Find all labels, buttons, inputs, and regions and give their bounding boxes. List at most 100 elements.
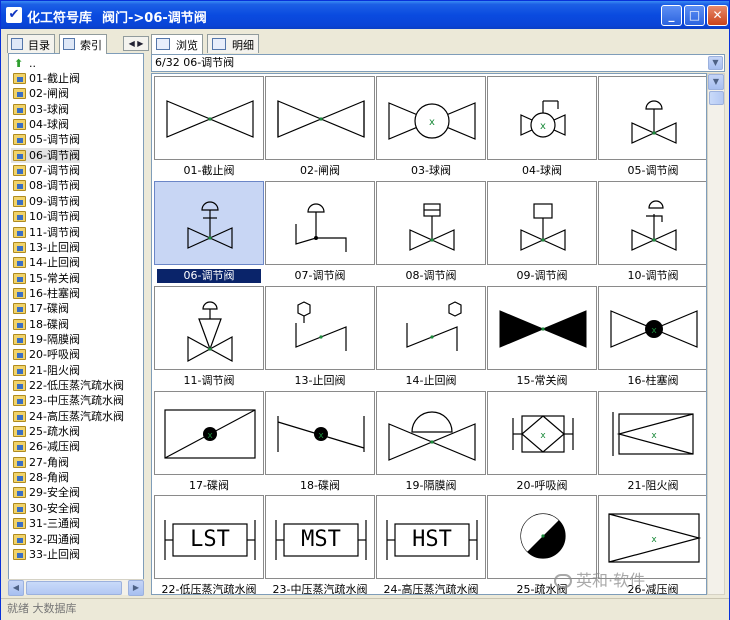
title-bar: ✔ 化工符号库 阀门->06-调节阀 _ □ ✕ <box>1 1 729 29</box>
valve-symbol-icon: x <box>154 391 264 475</box>
symbol-thumbnail[interactable]: x 17-碟阀 <box>154 391 264 494</box>
symbol-thumbnail[interactable]: x 18-碟阀 <box>265 391 375 494</box>
symbol-thumbnail[interactable]: 02-闸阀 <box>265 76 375 179</box>
tab-scroll-arrows[interactable]: ◀ ▶ <box>123 36 149 51</box>
tree-item[interactable]: 14-止回阀 <box>11 255 80 270</box>
detail-view-icon <box>212 38 226 50</box>
tree-item[interactable]: 28-角阀 <box>11 470 69 485</box>
symbol-thumbnail[interactable]: x 03-球阀 <box>376 76 486 179</box>
scroll-left-icon[interactable]: ◀ <box>8 580 24 596</box>
symbol-label: 17-碟阀 <box>189 479 229 492</box>
tab-detail[interactable]: 明细 <box>207 34 259 53</box>
scroll-right-icon[interactable]: ▶ <box>128 580 144 596</box>
tree-item[interactable]: 26-减压阀 <box>11 439 80 454</box>
tree-item[interactable]: 23-中压蒸汽疏水阀 <box>11 393 124 408</box>
tree-scroll-thumb[interactable] <box>26 581 122 595</box>
valve-folder-icon <box>13 441 26 453</box>
tree-item[interactable]: 03-球阀 <box>11 102 69 117</box>
tree-item[interactable]: 33-止回阀 <box>11 547 80 562</box>
close-button[interactable]: ✕ <box>707 5 728 26</box>
tab-browse[interactable]: 浏览 <box>151 34 203 54</box>
tree-item-label: 01-截止阀 <box>29 72 80 85</box>
tree-item[interactable]: 04-球阀 <box>11 117 69 132</box>
symbol-thumbnail[interactable]: x 20-呼吸阀 <box>487 391 597 494</box>
symbol-thumbnail[interactable]: x 04-球阀 <box>487 76 597 179</box>
symbol-thumbnail[interactable]: 08-调节阀 <box>376 181 486 284</box>
tree-item[interactable]: 07-调节阀 <box>11 163 80 178</box>
grid-scroll-thumb[interactable] <box>709 91 724 105</box>
tree-item[interactable]: 09-调节阀 <box>11 194 80 209</box>
symbol-label: 15-常关阀 <box>516 374 568 387</box>
maximize-button[interactable]: □ <box>684 5 705 26</box>
chevron-down-icon[interactable]: ▼ <box>708 56 723 70</box>
tree-item[interactable]: 29-安全阀 <box>11 485 80 500</box>
symbol-thumbnail[interactable]: 13-止回阀 <box>265 286 375 389</box>
tree-item[interactable]: 17-碟阀 <box>11 301 69 316</box>
symbol-tree[interactable]: ⬆ .. 01-截止阀 02-闸阀 03-球阀 04-球阀 05-调节阀 06-调节阀 07… <box>8 53 144 595</box>
symbol-thumbnail[interactable]: 01-截止阀 <box>154 76 264 179</box>
symbol-label: 22-低压蒸汽疏水阀 <box>161 583 257 595</box>
tree-horizontal-scrollbar[interactable]: ◀ ▶ <box>8 579 144 596</box>
valve-folder-icon <box>13 73 26 84</box>
minimize-button[interactable]: _ <box>661 5 682 26</box>
symbol-thumbnail[interactable]: HST 24-高压蒸汽疏水阀 <box>376 495 486 594</box>
symbol-thumbnail[interactable]: 11-调节阀 <box>154 286 264 389</box>
symbol-thumbnail[interactable]: 05-调节阀 <box>598 76 706 179</box>
path-text: 6/32 06-调节阀 <box>155 56 235 69</box>
symbol-label: 04-球阀 <box>522 164 562 177</box>
tree-item[interactable]: 15-常关阀 <box>11 271 80 286</box>
valve-symbol-icon <box>376 391 486 475</box>
tree-item[interactable]: 02-闸阀 <box>11 86 69 101</box>
symbol-label: 07-调节阀 <box>294 269 346 282</box>
symbol-thumbnail[interactable]: x 16-柱塞阀 <box>598 286 706 389</box>
grid-vertical-scrollbar[interactable]: ▲ ▼ <box>707 73 725 595</box>
valve-folder-icon <box>13 395 26 407</box>
tree-item-label: 20-呼吸阀 <box>29 348 80 362</box>
symbol-thumbnail[interactable]: LST 22-低压蒸汽疏水阀 <box>154 495 264 595</box>
tree-item[interactable]: 25-疏水阀 <box>11 424 80 439</box>
tree-item[interactable]: 06-调节阀 <box>11 147 80 163</box>
tab-index[interactable]: 索引 <box>59 34 107 54</box>
tree-item[interactable]: 11-调节阀 <box>11 225 80 240</box>
tree-item[interactable]: 13-止回阀 <box>11 240 80 255</box>
tree-up-label: .. <box>29 57 36 70</box>
symbol-thumbnail[interactable]: 14-止回阀 <box>376 286 486 389</box>
tree-item[interactable]: 19-隔膜阀 <box>11 332 80 347</box>
tree-item[interactable]: 24-高压蒸汽疏水阀 <box>11 409 124 424</box>
valve-symbol-icon: x <box>487 76 597 160</box>
symbol-thumbnail[interactable]: 10-调节阀 <box>598 181 706 284</box>
valve-symbol-icon <box>376 286 486 370</box>
path-dropdown[interactable]: 6/32 06-调节阀 ▼ <box>151 54 725 72</box>
tab-catalog[interactable]: 目录 <box>7 34 55 53</box>
tree-item-label: 19-隔膜阀 <box>29 332 80 346</box>
tree-item[interactable]: 32-四通阀 <box>11 532 80 547</box>
symbol-thumbnail[interactable]: 09-调节阀 <box>487 181 597 284</box>
valve-symbol-icon <box>598 76 706 160</box>
scroll-down-icon[interactable]: ▼ <box>708 74 724 90</box>
tree-item[interactable]: 27-角阀 <box>11 455 69 470</box>
tree-item[interactable]: 05-调节阀 <box>11 132 80 147</box>
tree-item[interactable]: 01-截止阀 <box>11 71 80 86</box>
tree-item[interactable]: 30-安全阀 <box>11 501 80 516</box>
symbol-thumbnail[interactable]: 06-调节阀 <box>154 181 264 284</box>
symbol-label: 09-调节阀 <box>516 269 568 282</box>
tree-item[interactable]: 18-碟阀 <box>11 317 69 332</box>
tree-item-label: 30-安全阀 <box>29 501 80 515</box>
tree-item[interactable]: 31-三通阀 <box>11 516 80 531</box>
valve-symbol-icon <box>598 181 706 265</box>
tree-item-label: 33-止回阀 <box>29 547 80 561</box>
tree-item[interactable]: 22-低压蒸汽疏水阀 <box>11 378 124 393</box>
tree-item[interactable]: 08-调节阀 <box>11 178 80 193</box>
symbol-thumbnail[interactable]: 07-调节阀 <box>265 181 375 284</box>
tree-up-item[interactable]: ⬆ .. <box>11 56 36 71</box>
symbol-thumbnail[interactable]: MST 23-中压蒸汽疏水阀 <box>265 495 375 594</box>
symbol-thumbnail[interactable]: 19-隔膜阀 <box>376 391 486 494</box>
tree-item[interactable]: 10-调节阀 <box>11 209 80 224</box>
tree-item[interactable]: 20-呼吸阀 <box>11 347 80 362</box>
tree-item[interactable]: 21-阻火阀 <box>11 363 80 378</box>
symbol-thumbnail[interactable]: 15-常关阀 <box>487 286 597 389</box>
tree-item-label: 14-止回阀 <box>29 256 80 270</box>
tree-item[interactable]: 16-柱塞阀 <box>11 286 80 301</box>
symbol-thumbnail[interactable]: x 21-阻火阀 <box>598 391 706 494</box>
symbol-label: 14-止回阀 <box>405 374 457 387</box>
